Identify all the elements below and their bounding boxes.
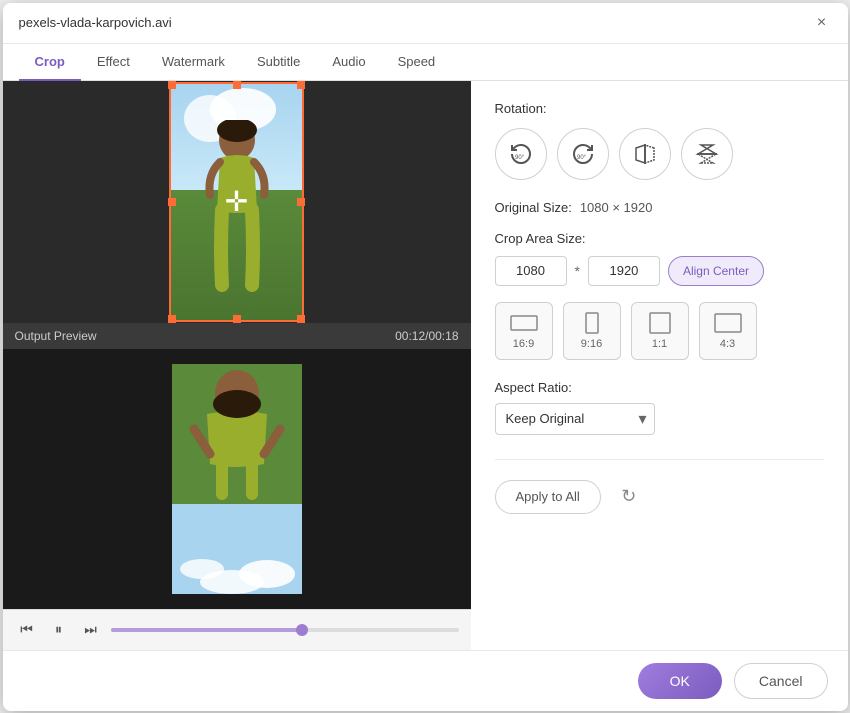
ok-button[interactable]: OK [638, 663, 722, 699]
divider [495, 459, 824, 460]
multiply-sign: * [575, 263, 580, 279]
original-size-row: Original Size: 1080 × 1920 [495, 200, 824, 215]
progress-fill [111, 628, 302, 632]
tab-audio[interactable]: Audio [316, 44, 381, 81]
output-preview-timestamp: 00:12/00:18 [395, 329, 458, 343]
close-button[interactable]: × [812, 13, 832, 33]
ratio-4-3-button[interactable]: 4:3 [699, 302, 757, 360]
output-preview-area [3, 349, 471, 609]
tab-subtitle[interactable]: Subtitle [241, 44, 316, 81]
main-content: ✛ Output Preview 00:12/00:18 [3, 81, 848, 650]
ratio-9-16-label: 9:16 [581, 338, 602, 350]
person-figure [192, 120, 282, 320]
cancel-button[interactable]: Cancel [734, 663, 828, 699]
tabs-bar: Crop Effect Watermark Subtitle Audio Spe… [3, 44, 848, 81]
apply-row: Apply to All ↻ [495, 480, 824, 514]
playback-bar: ⏮ ⏸ ⏭ [3, 609, 471, 650]
tab-watermark[interactable]: Watermark [146, 44, 241, 81]
rotation-buttons: 90° 90° [495, 128, 824, 180]
output-preview-text: Output Preview [15, 329, 97, 343]
rotate-ccw-button[interactable]: 90° [495, 128, 547, 180]
crop-inputs-row: * Align Center [495, 256, 824, 286]
output-image [172, 364, 302, 594]
ratio-1-1-label: 1:1 [652, 338, 667, 350]
preview-frame: ✛ [169, 82, 304, 322]
apply-all-button[interactable]: Apply to All [495, 480, 601, 514]
tab-effect[interactable]: Effect [81, 44, 146, 81]
svg-text:90°: 90° [515, 155, 525, 161]
output-person-svg [172, 364, 302, 594]
handle-top[interactable] [233, 81, 241, 89]
video-preview-area: ✛ [3, 81, 471, 323]
ratio-4-3-label: 4:3 [720, 338, 735, 350]
handle-bottom-left[interactable] [168, 315, 176, 323]
aspect-ratio-select[interactable]: Keep Original 16:9 9:16 4:3 1:1 21:9 [495, 403, 655, 435]
right-panel: Rotation: 90° 90° [471, 81, 848, 650]
move-cursor: ✛ [219, 184, 255, 220]
crop-area-label: Crop Area Size: [495, 231, 824, 246]
progress-track[interactable] [111, 628, 459, 632]
handle-right[interactable] [297, 198, 305, 206]
ratio-9-16-button[interactable]: 9:16 [563, 302, 621, 360]
footer: OK Cancel [3, 650, 848, 711]
original-size-label: Original Size: [495, 200, 572, 215]
crop-width-input[interactable] [495, 256, 567, 286]
pause-button[interactable]: ⏸ [47, 618, 71, 642]
handle-left[interactable] [168, 198, 176, 206]
aspect-ratio-select-wrap: Keep Original 16:9 9:16 4:3 1:1 21:9 ▾ [495, 403, 655, 435]
ratio-16-9-button[interactable]: 16:9 [495, 302, 553, 360]
prev-button[interactable]: ⏮ [15, 618, 39, 642]
ratio-buttons: 16:9 9:16 1:1 [495, 302, 824, 360]
tab-speed[interactable]: Speed [382, 44, 452, 81]
title-bar: pexels-vlada-karpovich.avi × [3, 3, 848, 44]
dialog: pexels-vlada-karpovich.avi × Crop Effect… [3, 3, 848, 711]
handle-top-left[interactable] [168, 81, 176, 89]
next-button[interactable]: ⏭ [79, 618, 103, 642]
handle-top-right[interactable] [297, 81, 305, 89]
dialog-title: pexels-vlada-karpovich.avi [19, 15, 172, 30]
rotate-cw-button[interactable]: 90° [557, 128, 609, 180]
flip-vertical-button[interactable] [681, 128, 733, 180]
progress-thumb[interactable] [296, 624, 308, 636]
align-center-button[interactable]: Align Center [668, 256, 764, 286]
tab-crop[interactable]: Crop [19, 44, 81, 81]
rotation-label: Rotation: [495, 101, 824, 116]
ratio-1-1-button[interactable]: 1:1 [631, 302, 689, 360]
handle-bottom-right[interactable] [297, 315, 305, 323]
crop-height-input[interactable] [588, 256, 660, 286]
flip-horizontal-button[interactable] [619, 128, 671, 180]
refresh-button[interactable]: ↻ [613, 481, 645, 513]
handle-bottom[interactable] [233, 315, 241, 323]
svg-text:90°: 90° [577, 155, 587, 161]
output-preview-label-bar: Output Preview 00:12/00:18 [3, 323, 471, 349]
left-panel: ✛ Output Preview 00:12/00:18 [3, 81, 471, 650]
aspect-ratio-label: Aspect Ratio: [495, 380, 824, 395]
original-size-value: 1080 × 1920 [580, 200, 653, 215]
ratio-16-9-label: 16:9 [513, 338, 534, 350]
